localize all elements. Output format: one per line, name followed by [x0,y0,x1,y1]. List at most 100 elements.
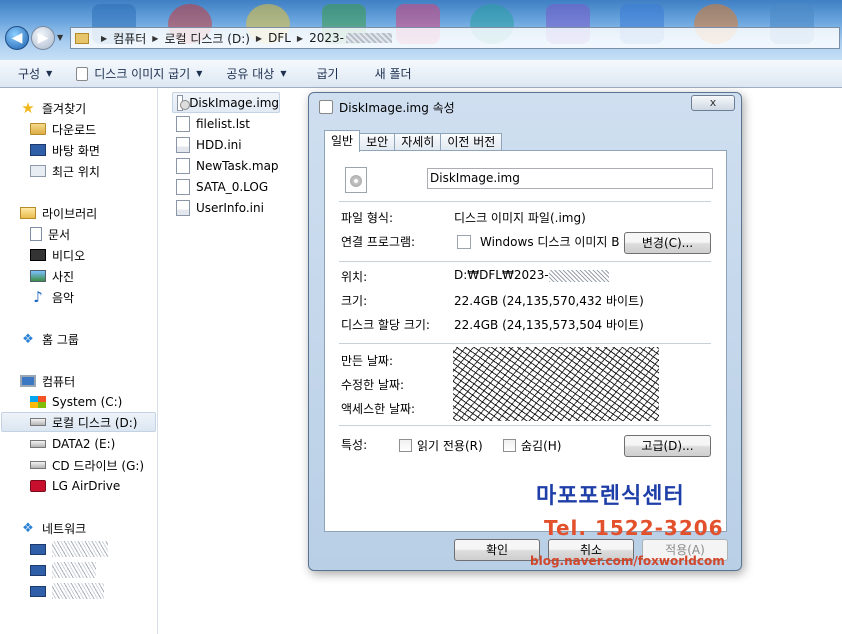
file-name: HDD.ini [196,137,242,152]
nav-network-host[interactable] [30,560,96,580]
breadcrumb-computer[interactable]: 컴퓨터 [113,30,146,47]
nav-computer[interactable]: 컴퓨터 [20,371,75,391]
new-folder-label: 새 폴더 [374,67,412,81]
location-value: D:₩DFL₩2023- [454,268,609,282]
tab-general[interactable]: 일반 [324,130,361,152]
folder-icon [75,32,89,44]
nav-pictures[interactable]: 사진 [30,266,74,286]
tab-security[interactable]: 보안 [359,133,396,151]
file-type-label: 파일 형식: [341,211,394,225]
ok-button[interactable]: 확인 [454,539,540,561]
watermark-blog: blog.naver.com/foxworldcom [530,554,725,568]
file-item[interactable]: DiskImage.img [172,92,280,113]
file-name: NewTask.map [196,158,279,173]
watermark-tel: Tel. 1522-3206 [544,516,724,540]
size-value: 22.4GB (24,135,570,432 바이트) [454,294,644,308]
tab-previous-versions[interactable]: 이전 버전 [440,133,503,151]
settings-file-icon [176,199,190,216]
redacted-text [345,33,392,43]
forward-button[interactable]: ▶ [31,26,55,50]
nav-videos[interactable]: 비디오 [30,245,85,265]
tab-details[interactable]: 자세히 [394,133,442,151]
nav-libraries[interactable]: 라이브러리 [20,203,97,223]
burn-button[interactable]: 굽기 [309,63,347,85]
nav-label: 컴퓨터 [42,374,76,389]
recent-pages-dropdown-icon[interactable]: ▼ [57,33,63,42]
file-item[interactable]: filelist.lst [172,113,312,134]
nav-label: LG AirDrive [52,479,121,493]
file-item[interactable]: UserInfo.ini [172,197,312,218]
nav-drive-d[interactable]: 로컬 디스크 (D:) [1,412,156,432]
nav-music[interactable]: ♪ 음악 [30,287,74,307]
hidden-label[interactable]: 숨김(H) [521,437,561,454]
redacted-text [52,562,96,578]
chevron-right-icon[interactable]: ▶ [297,34,303,43]
file-name: filelist.lst [196,116,251,131]
breadcrumb-local-disk[interactable]: 로컬 디스크 (D:) [164,30,249,47]
nav-drive-g[interactable]: CD 드라이브 (G:) [30,455,144,475]
file-name: UserInfo.ini [196,200,264,215]
text-file-icon [176,178,190,195]
disc-image-icon [319,100,333,114]
nav-drive-c[interactable]: System (C:) [30,392,122,412]
recent-places-icon [30,165,46,177]
nav-airdrive[interactable]: LG AirDrive [30,476,120,496]
network-icon: ❖ [22,520,34,536]
computer-icon [30,564,46,576]
nav-network[interactable]: ❖ 네트워크 [20,518,86,538]
nav-recent[interactable]: 최근 위치 [30,161,100,181]
nav-favorites[interactable]: ★ 즐겨찾기 [20,98,86,118]
organize-menu[interactable]: 구성 ▼ [10,63,60,85]
command-bar: 구성 ▼ 디스크 이미지 굽기 ▼ 공유 대상 ▼ 굽기 새 폴더 [0,60,842,88]
file-item[interactable]: HDD.ini [172,134,312,155]
size-label: 크기: [341,294,368,308]
nav-documents[interactable]: 문서 [30,224,70,244]
address-bar[interactable]: ▶ 컴퓨터 ▶ 로컬 디스크 (D:) ▶ DFL ▶ 2023- [70,27,840,49]
nav-desktop[interactable]: 바탕 화면 [30,140,100,160]
computer-icon [20,375,36,387]
nav-label: 로컬 디스크 (D:) [52,415,138,430]
chevron-right-icon[interactable]: ▶ [256,34,262,43]
nav-drive-e[interactable]: DATA2 (E:) [30,434,115,454]
explorer-title-area: ◀ ▶ ▼ ▶ 컴퓨터 ▶ 로컬 디스크 (D:) ▶ DFL ▶ 2023- [0,0,842,60]
nav-homegroup[interactable]: ❖ 홈 그룹 [20,329,79,349]
music-note-icon: ♪ [33,288,43,306]
burn-label: 굽기 [316,67,339,81]
share-with-menu[interactable]: 공유 대상 ▼ [218,63,294,85]
breadcrumb-dfl[interactable]: DFL [268,31,291,45]
location-text: D:₩DFL₩2023- [454,268,549,282]
text-file-icon [176,157,190,174]
disc-image-icon [345,167,367,193]
disk-image-burn-menu[interactable]: 디스크 이미지 굽기 ▼ [68,63,210,85]
star-icon: ★ [21,99,35,117]
desktop-icon [30,144,46,156]
created-label: 만든 날짜: [341,354,394,368]
file-name: DiskImage.img [189,95,279,110]
disc-image-icon [177,94,191,111]
file-item[interactable]: NewTask.map [172,155,312,176]
nav-downloads[interactable]: 다운로드 [30,119,96,139]
readonly-label[interactable]: 읽기 전용(R) [417,437,483,454]
new-folder-button[interactable]: 새 폴더 [367,63,420,85]
file-name-field[interactable]: DiskImage.img [427,168,713,189]
hidden-checkbox[interactable] [503,439,516,452]
chevron-right-icon[interactable]: ▶ [152,34,158,43]
file-item[interactable]: SATA_0.LOG [172,176,312,197]
nav-network-host[interactable] [30,539,108,559]
back-button[interactable]: ◀ [5,26,29,50]
share-with-label: 공유 대상 [226,67,275,81]
settings-file-icon [176,136,190,153]
breadcrumb-folder[interactable]: 2023- [309,31,344,45]
divider [339,261,711,262]
advanced-button[interactable]: 고급(D)... [624,435,711,457]
readonly-checkbox[interactable] [399,439,412,452]
hard-drive-icon [30,418,46,426]
film-icon [30,249,46,261]
attributes-label: 특성: [341,438,368,452]
close-button[interactable]: x [691,95,735,111]
airdrive-icon [30,480,46,492]
chevron-right-icon[interactable]: ▶ [101,34,107,43]
change-button[interactable]: 변경(C)... [624,232,711,254]
nav-network-host[interactable] [30,581,104,601]
nav-label: 홈 그룹 [42,332,79,347]
